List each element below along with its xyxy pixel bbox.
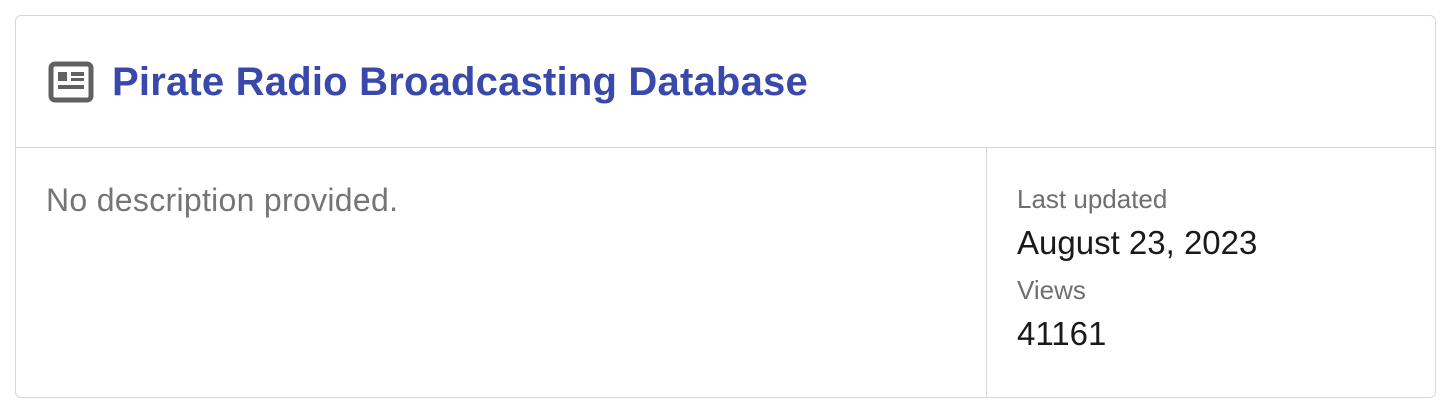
- description-panel: No description provided.: [16, 148, 987, 397]
- views-value: 41161: [1017, 315, 1107, 352]
- dataset-card: Pirate Radio Broadcasting Database No de…: [15, 15, 1436, 398]
- views-label: Views: [1017, 275, 1086, 305]
- article-icon: [48, 61, 94, 103]
- dataset-title-link[interactable]: Pirate Radio Broadcasting Database: [112, 62, 808, 102]
- last-updated-label: Last updated: [1017, 184, 1168, 214]
- card-body: No description provided. Last updated Au…: [16, 148, 1435, 397]
- metadata-panel: Last updated August 23, 2023 Views 41161: [987, 148, 1435, 397]
- last-updated-value: August 23, 2023: [1017, 224, 1258, 261]
- card-header: Pirate Radio Broadcasting Database: [16, 16, 1435, 148]
- description-text: No description provided.: [46, 182, 399, 218]
